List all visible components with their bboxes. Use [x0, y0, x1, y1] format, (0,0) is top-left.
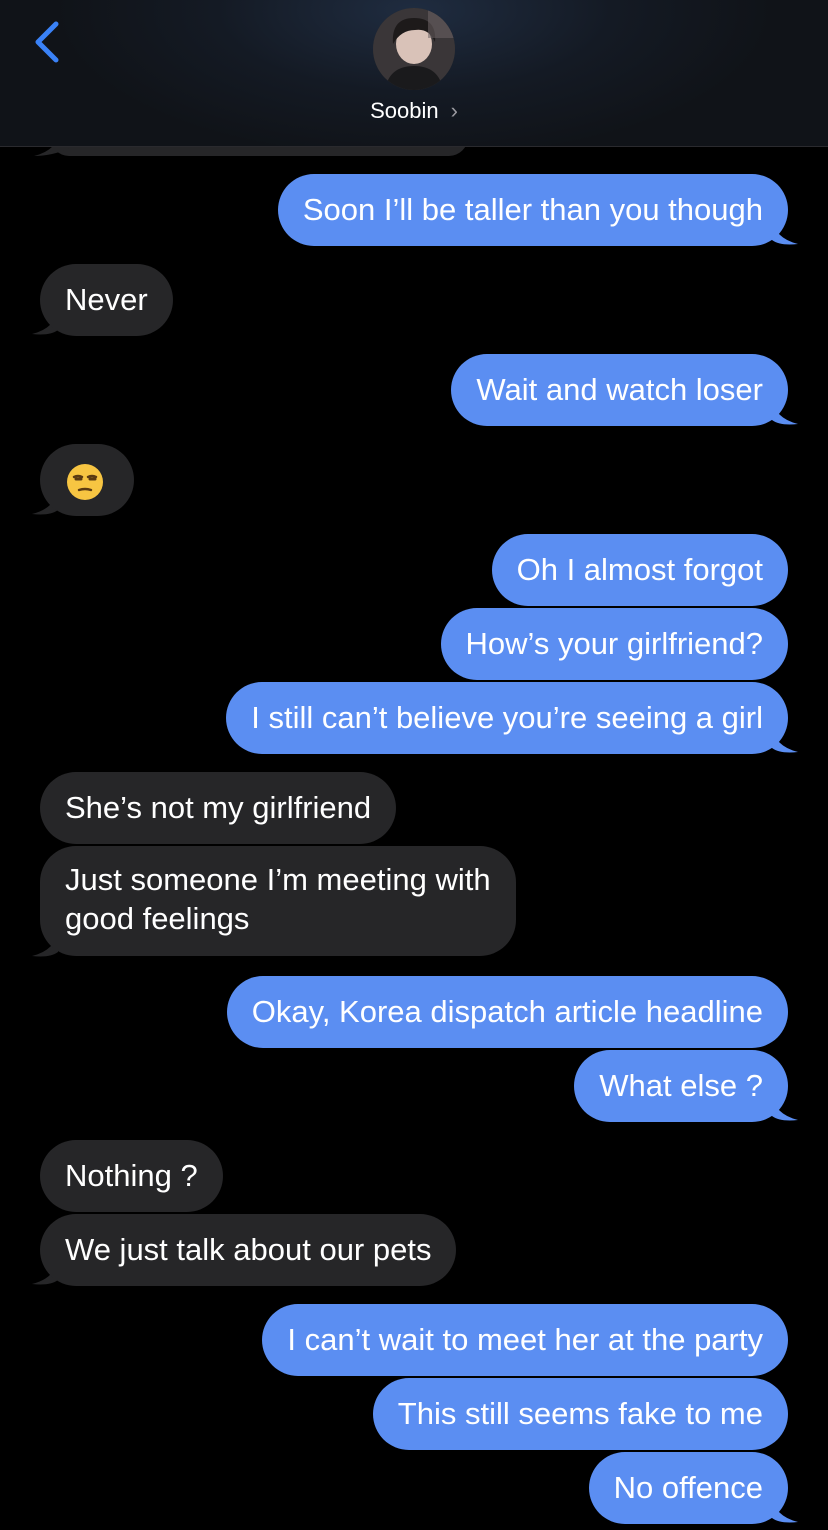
message-received[interactable] — [40, 444, 134, 516]
message-received[interactable]: Nothing ? — [40, 1140, 223, 1212]
message-sent[interactable]: Wait and watch loser — [451, 354, 788, 426]
unamused-face-emoji — [67, 463, 103, 500]
conversation-header: Soobin › — [0, 0, 828, 147]
message-sent[interactable]: This still seems fake to me — [372, 1378, 788, 1450]
message-text: She’s not my girlfriend — [65, 790, 372, 825]
message-text: We just talk about our pets — [65, 1232, 432, 1267]
message-received[interactable]: Just someone I’m meeting with good feeli… — [40, 846, 516, 956]
message-sent[interactable]: Oh I almost forgot — [491, 534, 788, 606]
message-received[interactable]: She’s not my girlfriend — [40, 772, 397, 844]
message-text-line2: good feelings — [65, 901, 250, 936]
message-text: Wait and watch loser — [476, 372, 763, 407]
contact-name: Soobin — [370, 98, 439, 123]
avatar[interactable] — [373, 8, 455, 90]
message-text: How’s your girlfriend? — [465, 626, 764, 661]
message-sent[interactable]: How’s your girlfriend? — [440, 608, 788, 680]
message-sent[interactable]: What else ? — [574, 1050, 788, 1122]
message-text: This still seems fake to me — [397, 1396, 763, 1431]
message-sent[interactable]: No offence — [588, 1452, 788, 1524]
message-text: What else ? — [599, 1068, 763, 1103]
message-received[interactable]: Never — [40, 264, 173, 336]
chevron-left-icon — [35, 21, 59, 63]
message-text: Nothing ? — [65, 1158, 198, 1193]
message-text: I can’t wait to meet her at the party — [287, 1322, 763, 1357]
message-text: Okay, Korea dispatch article headline — [251, 994, 763, 1029]
message-text: Soon I’ll be taller than you though — [302, 192, 763, 227]
message-text: No offence — [613, 1470, 763, 1505]
chevron-right-icon: › — [450, 98, 458, 123]
message-text: Just someone I’m meeting with — [65, 862, 491, 897]
message-text: Never — [65, 282, 148, 317]
message-sent[interactable]: Soon I’ll be taller than you though — [277, 174, 788, 246]
message-sent[interactable]: Okay, Korea dispatch article headline — [226, 976, 788, 1048]
message-received[interactable]: We just talk about our pets — [40, 1214, 457, 1286]
back-button[interactable] — [30, 18, 70, 66]
contact-name-row[interactable]: Soobin › — [0, 96, 828, 126]
message-text: Oh I almost forgot — [516, 552, 763, 587]
message-text: I still can’t believe you’re seeing a gi… — [251, 700, 763, 735]
message-sent[interactable]: I still can’t believe you’re seeing a gi… — [226, 682, 788, 754]
message-sent[interactable]: I can’t wait to meet her at the party — [262, 1304, 788, 1376]
